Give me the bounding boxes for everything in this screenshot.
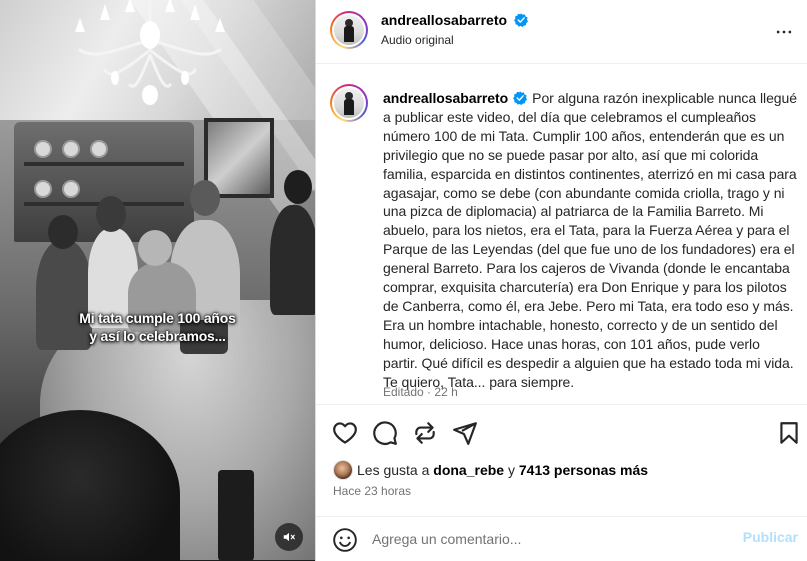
comment-icon[interactable] <box>372 420 398 446</box>
video-caption-line: Mi tata cumple 100 años <box>79 310 236 326</box>
emoji-icon[interactable] <box>332 527 358 553</box>
speaker-muted-icon <box>283 532 295 542</box>
likes-connector: y <box>507 462 515 478</box>
chandelier-figure <box>75 0 225 105</box>
caption-time[interactable]: 22 h <box>434 385 457 399</box>
verified-badge-icon <box>513 91 528 105</box>
person-head <box>284 170 312 204</box>
caption-body: Por alguna razón inexplicable nunca lleg… <box>383 90 798 390</box>
comment-bar: Publicar <box>316 516 807 561</box>
audio-label[interactable]: Audio original <box>381 33 454 47</box>
author-username[interactable]: andreallosabarreto <box>381 12 507 28</box>
heart-icon[interactable] <box>332 420 358 446</box>
publish-comment-button[interactable]: Publicar <box>743 529 798 545</box>
edited-label: Editado <box>383 385 424 399</box>
likes-text: Les gusta a dona_rebe y 7413 personas má… <box>357 462 648 478</box>
caption-meta: Editado · 22 h <box>383 385 458 399</box>
post-details-panel: andreallosabarreto Audio original andrea… <box>315 0 807 561</box>
person-head <box>96 196 126 232</box>
caption-author-avatar[interactable] <box>330 84 368 122</box>
video-caption-overlay: Mi tata cumple 100 años y así lo celebra… <box>0 309 315 345</box>
likes-others-link[interactable]: 7413 personas más <box>519 462 648 478</box>
person-head <box>138 230 172 266</box>
meta-separator: · <box>427 385 432 399</box>
post-header: andreallosabarreto Audio original <box>316 0 807 64</box>
caption-username[interactable]: andreallosabarreto <box>383 90 508 106</box>
verified-badge-icon <box>513 13 528 27</box>
mute-toggle-button[interactable] <box>275 523 303 551</box>
video-caption-line: y así lo celebramos... <box>89 328 226 344</box>
likes-prefix: Les gusta a <box>357 462 430 478</box>
author-username-row: andreallosabarreto <box>381 12 528 28</box>
author-avatar[interactable] <box>330 11 368 49</box>
person-head <box>190 180 220 216</box>
repost-icon[interactable] <box>412 420 438 446</box>
action-bar <box>316 404 807 456</box>
post-video[interactable]: Mi tata cumple 100 años y así lo celebra… <box>0 0 315 561</box>
liker-username[interactable]: dona_rebe <box>433 462 504 478</box>
cutlery-holder <box>218 470 254 561</box>
person-head <box>48 215 78 249</box>
caption-block: andreallosabarreto Por alguna razón inex… <box>316 64 807 404</box>
liker-avatar[interactable] <box>333 460 353 480</box>
post-timestamp[interactable]: Hace 23 horas <box>333 484 411 498</box>
person <box>270 205 315 315</box>
comment-input[interactable] <box>372 527 732 551</box>
more-options-icon[interactable] <box>774 22 794 42</box>
send-icon[interactable] <box>452 420 478 446</box>
likes-summary: Les gusta a dona_rebe y 7413 personas má… <box>316 456 807 516</box>
bookmark-icon[interactable] <box>776 420 802 446</box>
caption-text: andreallosabarreto Por alguna razón inex… <box>383 89 798 392</box>
